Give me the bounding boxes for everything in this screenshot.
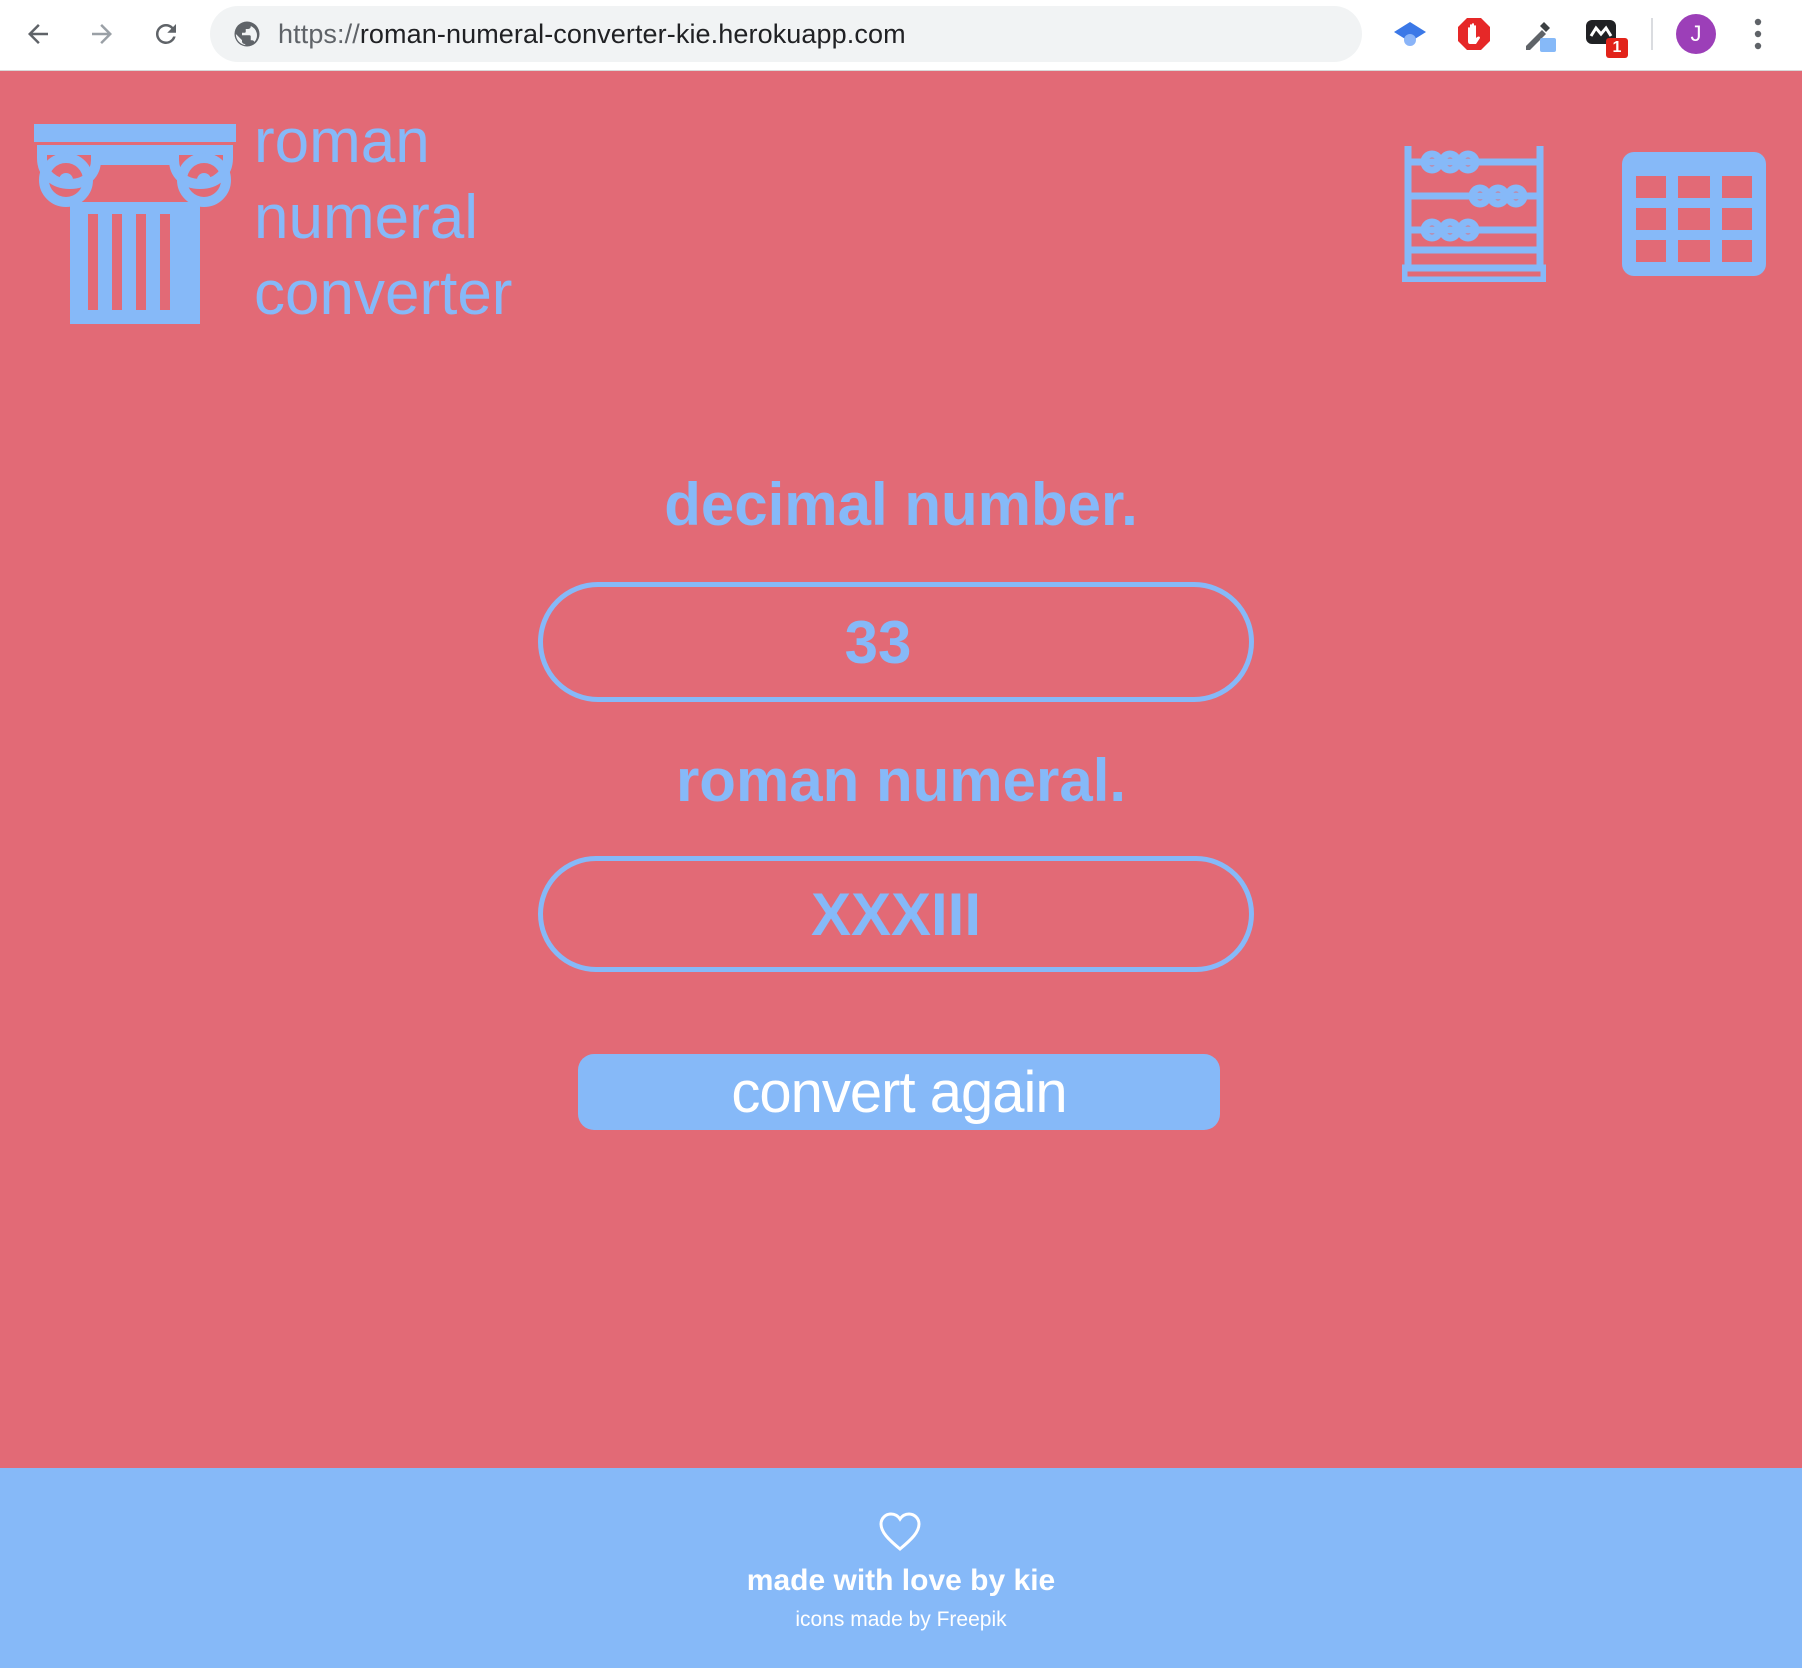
toolbar-divider <box>1651 18 1653 50</box>
mail-extension[interactable]: 1 <box>1582 14 1628 60</box>
column-logo-icon <box>34 124 236 324</box>
roman-output-field[interactable]: XXXIII <box>538 856 1254 972</box>
back-arrow-icon <box>28 24 48 44</box>
roman-label: roman numeral. <box>675 747 1127 814</box>
abacus-icon[interactable] <box>1402 146 1546 282</box>
decimal-value: 33 <box>844 608 912 676</box>
reload-icon <box>155 23 176 44</box>
browser-toolbar: https://roman-numeral-converter-kie.hero… <box>0 0 1802 71</box>
decimal-input[interactable]: 33 <box>538 582 1254 702</box>
reload-button[interactable] <box>144 12 188 56</box>
graduation-cap-extension-icon[interactable] <box>1390 14 1430 54</box>
title-line-1: roman <box>254 107 430 176</box>
url-text: https://roman-numeral-converter-kie.hero… <box>278 19 906 50</box>
address-bar[interactable]: https://roman-numeral-converter-kie.hero… <box>210 6 1362 62</box>
url-host: roman-numeral-converter-kie.herokuapp.co… <box>359 18 906 49</box>
globe-icon <box>234 21 260 47</box>
back-button[interactable] <box>16 12 60 56</box>
icons-credit-link[interactable]: icons made by Freepik <box>0 1608 1802 1632</box>
title-line-3: converter <box>254 259 513 328</box>
title-line-2: numeral <box>254 183 478 252</box>
footer-credit: made with love by kie <box>746 1564 1056 1597</box>
profile-avatar[interactable]: J <box>1676 14 1716 54</box>
more-menu-icon[interactable] <box>1752 14 1764 54</box>
app-title: roman numeral converter <box>254 104 512 332</box>
adblock-extension-icon[interactable] <box>1454 14 1494 54</box>
table-icon[interactable] <box>1622 152 1766 276</box>
heart-icon <box>879 1512 921 1551</box>
color-picker-extension-icon[interactable] <box>1518 14 1558 54</box>
extension-badge: 1 <box>1606 38 1628 58</box>
url-scheme: https:// <box>278 18 360 49</box>
forward-button[interactable] <box>80 12 124 56</box>
forward-arrow-icon <box>92 24 112 44</box>
convert-again-button[interactable]: convert again <box>578 1054 1220 1130</box>
footer: made with love by kie icons made by Free… <box>0 1468 1802 1668</box>
decimal-label: decimal number. <box>664 471 1138 538</box>
roman-value: XXXIII <box>810 880 982 948</box>
